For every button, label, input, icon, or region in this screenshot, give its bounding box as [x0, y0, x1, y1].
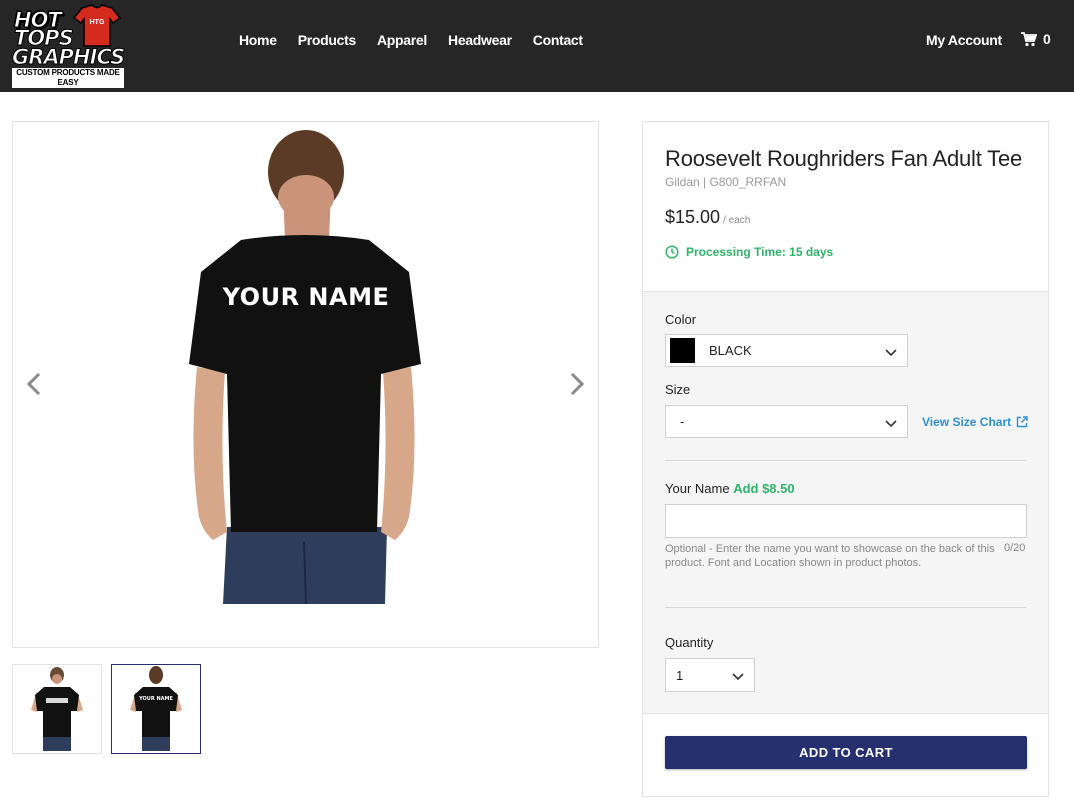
nav-home[interactable]: Home [239, 32, 277, 48]
chevron-down-icon [885, 349, 897, 357]
color-swatch [670, 338, 695, 363]
thumbnail-front[interactable] [12, 664, 102, 754]
divider [665, 460, 1027, 461]
external-link-icon [1016, 416, 1028, 428]
add-to-cart-button[interactable]: ADD TO CART [665, 736, 1027, 769]
tshirt-logo-icon: HTG [72, 4, 122, 47]
chevron-down-icon [885, 420, 897, 428]
product-title: Roosevelt Roughriders Fan Adult Tee [665, 146, 1023, 171]
view-size-chart-link[interactable]: View Size Chart [922, 415, 1028, 429]
thumbnail-back[interactable]: YOUR NAME [111, 664, 201, 754]
your-name-char-counter: 0/20 [1004, 542, 1026, 554]
tshirt-front-thumb [31, 667, 83, 751]
cart-icon [1021, 31, 1037, 46]
thumb-your-name-print: YOUR NAME [138, 696, 173, 702]
main-nav: Home Products Apparel Headwear Contact [239, 32, 604, 48]
color-label: Color [665, 312, 697, 327]
processing-time: Processing Time: 15 days [665, 245, 833, 259]
product-price: $15.00/ each [665, 207, 750, 228]
chevron-left-icon[interactable] [25, 372, 45, 396]
price-unit: / each [723, 215, 751, 226]
product-details-panel: Roosevelt Roughriders Fan Adult Tee Gild… [642, 121, 1049, 797]
product-main-image[interactable]: YOUR NAME [12, 121, 599, 648]
logo-tagline: CUSTOM PRODUCTS MADE EASY [12, 68, 124, 88]
quantity-label: Quantity [665, 635, 714, 650]
product-summary: Roosevelt Roughriders Fan Adult Tee Gild… [643, 122, 1048, 291]
product-subtitle: Gildan | G800_RRFAN [665, 175, 787, 189]
logo-shirt-mark: HTG [90, 19, 105, 26]
processing-time-text: Processing Time: 15 days [686, 245, 834, 259]
nav-apparel[interactable]: Apparel [377, 32, 427, 48]
quantity-value: 1 [676, 667, 684, 683]
site-header: HTG HOT TOPS GRAPHICS CUSTOM PRODUCTS MA… [0, 0, 1074, 92]
size-chart-label: View Size Chart [922, 415, 1012, 429]
your-name-label-text: Your Name [665, 481, 730, 496]
tshirt-back-thumb: YOUR NAME [130, 666, 182, 751]
color-value: BLACK [709, 343, 752, 358]
cart-button[interactable]: 0 [1021, 31, 1051, 47]
size-select[interactable]: - [665, 405, 908, 438]
chevron-right-icon[interactable] [566, 372, 586, 396]
divider [665, 607, 1027, 608]
nav-products[interactable]: Products [298, 32, 357, 48]
nav-headwear[interactable]: Headwear [448, 32, 512, 48]
tshirt-back-photo: YOUR NAME [189, 130, 421, 605]
your-name-print: YOUR NAME [222, 283, 390, 311]
price-value: $15.00 [665, 207, 721, 227]
your-name-add-price: Add $8.50 [733, 481, 795, 496]
clock-icon [665, 245, 679, 259]
size-label: Size [665, 382, 691, 397]
cart-count: 0 [1043, 31, 1051, 47]
your-name-input[interactable] [665, 504, 1027, 538]
your-name-help: Optional - Enter the name you want to sh… [665, 543, 995, 569]
my-account-link[interactable]: My Account [926, 32, 1002, 48]
color-select[interactable]: BLACK [665, 334, 908, 367]
size-value: - [680, 414, 685, 429]
logo-line-3: GRAPHICS [11, 45, 125, 70]
quantity-select[interactable]: 1 [665, 658, 755, 692]
nav-contact[interactable]: Contact [533, 32, 583, 48]
chevron-down-icon [732, 673, 744, 681]
site-logo[interactable]: HTG HOT TOPS GRAPHICS CUSTOM PRODUCTS MA… [10, 4, 126, 88]
your-name-label: Your Name Add $8.50 [665, 481, 795, 496]
